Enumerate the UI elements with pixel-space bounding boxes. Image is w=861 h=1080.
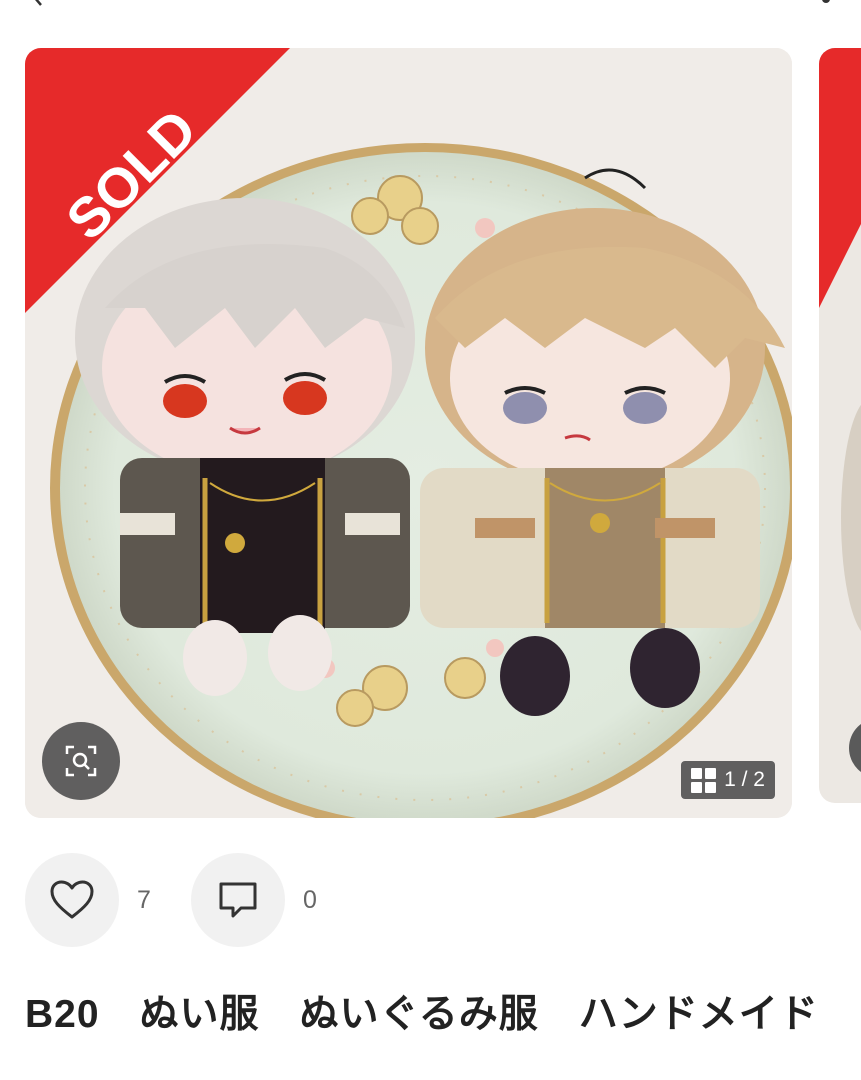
top-bar <box>0 0 861 14</box>
action-row: 7 0 <box>25 853 357 947</box>
image-counter-text: 1 / 2 <box>724 768 765 791</box>
heart-icon <box>50 880 94 919</box>
sold-ribbon: SOLD <box>25 48 290 313</box>
image-search-icon <box>65 745 97 777</box>
chevron-left-icon[interactable] <box>30 0 46 6</box>
product-image-slide[interactable]: SOLD 1 / 2 <box>25 48 792 818</box>
zoom-button[interactable] <box>42 722 120 800</box>
next-photo <box>819 48 861 772</box>
image-carousel[interactable]: SOLD 1 / 2 <box>0 48 861 820</box>
comment-icon <box>219 882 257 918</box>
likes-count: 7 <box>137 885 151 914</box>
listing-title: B20 ぬい服 ぬいぐるみ服 ハンドメイド <box>25 993 819 1036</box>
comments-count: 0 <box>303 885 317 914</box>
more-vertical-icon[interactable] <box>821 0 831 6</box>
comment-button[interactable] <box>191 853 285 947</box>
next-image-slide[interactable] <box>819 48 861 803</box>
image-counter[interactable]: 1 / 2 <box>681 761 775 799</box>
like-button[interactable] <box>25 853 119 947</box>
grid-icon <box>691 767 717 793</box>
